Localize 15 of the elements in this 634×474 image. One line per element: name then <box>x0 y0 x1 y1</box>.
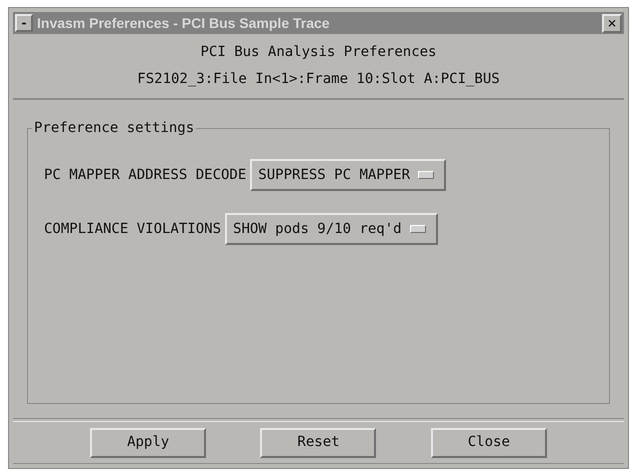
option-menu-button[interactable]: SUPPRESS PC MAPPER <box>250 159 446 191</box>
dialog-button[interactable]: Apply <box>90 428 206 458</box>
option-menu-indicator-icon <box>410 225 426 233</box>
window-menu-button[interactable]: - <box>15 14 33 32</box>
setting-label: COMPLIANCE VIOLATIONS <box>44 220 222 238</box>
dialog-heading: PCI Bus Analysis Preferences <box>200 43 436 62</box>
window-title: Invasm Preferences - PCI Bus Sample Trace <box>37 14 331 33</box>
group-label: Preference settings <box>32 119 196 137</box>
close-button[interactable]: × <box>602 14 622 32</box>
dialog-button[interactable]: Reset <box>260 428 376 458</box>
setting-label: PC MAPPER ADDRESS DECODE <box>44 166 246 184</box>
trace-path: FS2102_3:File In<1>:Frame 10:Slot A:PCI_BUS <box>137 70 500 89</box>
option-menu-indicator-icon <box>418 171 434 179</box>
option-menu-button[interactable]: SHOW pods 9/10 req'd <box>225 213 438 245</box>
dialog-button[interactable]: Close <box>430 428 547 458</box>
